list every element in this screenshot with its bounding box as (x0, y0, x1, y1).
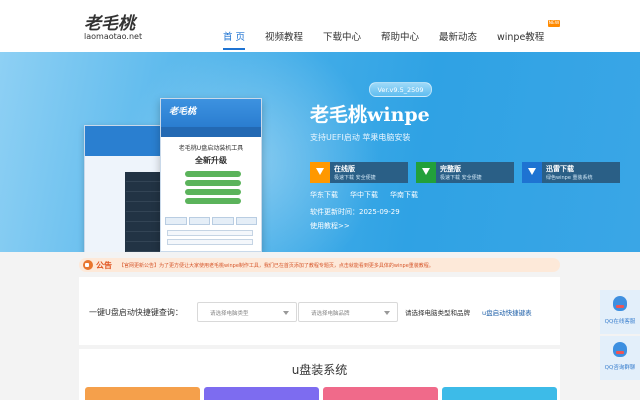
nav-latest-news[interactable]: 最新动态 (439, 29, 477, 43)
download-full-desc: 极速下载 安全便捷 (440, 175, 482, 181)
announcement-bar: 公告 【官网更新公告】为了更方便让大家使用老毛桃winpe制作工具，我们已在首页… (79, 258, 560, 272)
screenshot-upgrade-text: 全新升级 (195, 156, 227, 165)
nav-video-tutorials[interactable]: 视频教程 (265, 29, 303, 43)
site-logo-domain: laomaotao.net (84, 32, 143, 41)
computer-type-select[interactable]: 请选择电脑类型 (197, 302, 297, 322)
feature-card[interactable] (442, 387, 557, 400)
download-thunder-button[interactable]: 迅雷下载 绿色winpe 重装系统 (522, 162, 620, 183)
announcement-text[interactable]: 【官网更新公告】为了更方便让大家使用老毛桃winpe制作工具，我们已在首页添加了… (119, 262, 434, 269)
screenshot-tool-title: 老毛桃U盘启动装机工具 (178, 145, 244, 152)
computer-brand-select[interactable]: 请选择电脑品牌 (298, 302, 398, 322)
speaker-icon (83, 260, 93, 270)
qq-group-button[interactable]: QQ咨询群聊 (600, 336, 640, 380)
hotkey-query-panel: 一键U盘启动快捷键查询： 请选择电脑类型 请选择电脑品牌 请选择电脑类型和品牌 … (79, 277, 560, 345)
new-badge: NEW (548, 20, 560, 27)
download-full-button[interactable]: 完整版 极速下载 安全便捷 (416, 162, 514, 183)
product-subtitle: 支持UEFI启动 苹果电脑安装 (310, 133, 411, 142)
update-time: 软件更新时间：2025-09-29 (310, 208, 400, 216)
screenshot-logo: 老毛桃 (169, 107, 197, 117)
nav-active-indicator (223, 48, 245, 50)
product-screenshot-back (84, 125, 166, 252)
download-icon (416, 162, 436, 183)
announcement-label: 公告 (96, 261, 112, 270)
feature-card[interactable] (85, 387, 200, 400)
version-badge: Ver.v9.5_2509 (369, 82, 432, 97)
download-online-desc: 极速下载 安全便捷 (334, 175, 376, 181)
qq-online-service-button[interactable]: QQ在线客服 (600, 290, 640, 334)
hero-banner: 老毛桃 老毛桃U盘启动装机工具 全新升级 Ver.v9.5_2509 老毛桃wi… (0, 52, 640, 252)
mirror-east-link[interactable]: 华东下载 (310, 190, 338, 200)
thunder-icon (522, 162, 542, 183)
header: 老毛桃 laomaotao.net 首 页 视频教程 下载中心 帮助中心 最新动… (0, 0, 640, 52)
product-screenshot-front: 老毛桃 老毛桃U盘启动装机工具 全新升级 (160, 98, 262, 252)
qq-icon (613, 296, 627, 311)
qq-icon (613, 342, 627, 357)
hotkey-query-hint: 请选择电脑类型和品牌 (405, 309, 470, 317)
computer-brand-placeholder: 请选择电脑品牌 (311, 311, 350, 317)
product-title: 老毛桃winpe (310, 104, 430, 126)
tutorial-link[interactable]: 使用教程>> (310, 221, 350, 231)
nav-help-center[interactable]: 帮助中心 (381, 29, 419, 43)
hotkey-query-label: 一键U盘启动快捷键查询： (89, 308, 183, 317)
download-online-title: 在线版 (334, 165, 355, 173)
feature-card[interactable] (323, 387, 438, 400)
mirror-central-link[interactable]: 华中下载 (350, 190, 378, 200)
chevron-down-icon (384, 311, 390, 315)
chevron-down-icon (283, 311, 289, 315)
site-logo[interactable]: 老毛桃 (84, 9, 135, 34)
section-title: u盘装系统 (291, 363, 348, 377)
nav-home[interactable]: 首 页 (223, 29, 245, 43)
download-online-button[interactable]: 在线版 极速下载 安全便捷 (310, 162, 408, 183)
nav-winpe-tutorial[interactable]: winpe教程 (497, 29, 544, 43)
computer-type-placeholder: 请选择电脑类型 (210, 311, 249, 317)
hotkey-table-link[interactable]: u盘启动快捷键表 (482, 307, 532, 317)
qq-group-label: QQ咨询群聊 (604, 365, 636, 371)
feature-card[interactable] (204, 387, 319, 400)
download-icon (310, 162, 330, 183)
qq-online-service-label: QQ在线客服 (604, 319, 636, 325)
download-full-title: 完整版 (440, 165, 461, 173)
download-thunder-desc: 绿色winpe 重装系统 (546, 175, 593, 181)
nav-download-center[interactable]: 下载中心 (323, 29, 361, 43)
mirror-south-link[interactable]: 华南下载 (390, 190, 418, 200)
download-thunder-title: 迅雷下载 (546, 165, 574, 173)
